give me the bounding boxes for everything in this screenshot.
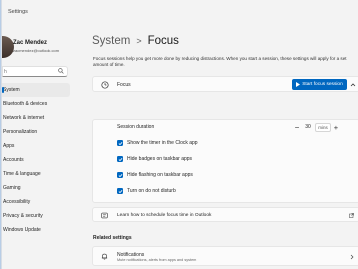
checkbox[interactable] [117,140,123,146]
check-icon [118,157,122,161]
sidebar-item-label: Personalization [3,129,38,135]
search-input[interactable] [3,67,59,76]
breadcrumb-separator: > [136,36,142,46]
sidebar-item-accessibility[interactable]: Accessibility [2,195,72,209]
option-hide-flashing[interactable]: Hide flashing on taskbar apps [117,168,193,182]
duration-unit: mins [315,122,331,132]
option-hide-badges[interactable]: Hide badges on taskbar apps [117,152,192,166]
checkbox[interactable] [117,172,123,178]
related-settings-heading: Related settings [93,235,132,241]
session-duration-label: Session duration [117,124,155,130]
search-box[interactable] [2,66,68,77]
checkbox[interactable] [117,156,123,162]
title-bar: Settings [8,6,28,18]
checkbox[interactable] [117,188,123,194]
page-title: Focus [147,35,179,47]
sidebar-item-label: Bluetooth & devices [3,101,48,107]
page-description: Focus sessions help you get more done by… [93,56,347,68]
sidebar-item-apps[interactable]: Apps [2,139,72,153]
notifications-description: Mute notifications, alerts from apps and… [117,258,197,262]
notifications-link[interactable]: Notifications Mute notifications, alerts… [92,246,358,266]
sidebar-item-bluetooth[interactable]: Bluetooth & devices [2,97,72,111]
main-content: System > Focus Focus sessions help you g… [78,22,358,269]
sidebar-item-label: Privacy & security [3,213,43,219]
option-label: Hide badges on taskbar apps [127,156,193,162]
play-icon [296,82,301,87]
clock-icon [101,81,109,89]
sidebar-item-label: Apps [3,143,15,149]
start-focus-session-button[interactable]: Start focus session [292,79,347,90]
sidebar-item-label: Accounts [3,157,24,163]
window-title: Settings [8,9,28,15]
focus-card[interactable]: Focus Start focus session [92,76,358,92]
sidebar-nav: System Bluetooth & devices Network & int… [2,83,72,237]
start-focus-session-label: Start focus session [302,82,343,87]
sidebar-item-time-language[interactable]: Time & language [2,167,72,181]
sidebar-item-network[interactable]: Network & internet [2,111,72,125]
profile-email: zacmendez@outlook.com [13,48,60,53]
sidebar-item-system[interactable]: System [2,83,70,97]
settings-window: Settings Zac Mendez zacmendez@outlook.co… [2,0,358,269]
duration-value: 30 [305,124,311,130]
sidebar: Zac Mendez zacmendez@outlook.com System … [2,22,72,269]
user-profile[interactable]: Zac Mendez zacmendez@outlook.com [2,36,72,60]
check-icon [118,173,122,177]
sidebar-item-label: Gaming [3,185,21,191]
check-icon [118,189,122,193]
option-label: Turn on do not disturb [127,188,176,194]
sidebar-item-label: Time & language [3,171,41,177]
sidebar-item-personalization[interactable]: Personalization [2,125,72,139]
help-icon [101,212,108,219]
search-icon[interactable] [58,68,64,74]
sidebar-item-label: System [3,87,20,93]
session-duration-row: Session duration [117,120,154,134]
option-label: Hide flashing on taskbar apps [127,172,193,178]
decrease-duration-button[interactable]: − [293,123,301,132]
sidebar-item-privacy[interactable]: Privacy & security [2,209,72,223]
learn-outlook-label: Learn how to schedule focus time in Outl… [117,213,212,218]
chevron-right-icon [350,254,354,260]
option-label: Show the timer in the Clock app [127,140,198,146]
duration-stepper[interactable]: − 30 mins + [293,122,351,132]
chevron-up-icon[interactable] [350,82,356,88]
profile-name: Zac Mendez [13,40,48,46]
bell-icon [101,253,108,260]
breadcrumb: System > Focus [92,35,179,47]
external-link-icon [349,213,354,218]
sidebar-item-label: Accessibility [3,199,31,205]
learn-outlook-card[interactable]: Learn how to schedule focus time in Outl… [92,207,358,222]
sidebar-item-label: Network & internet [3,115,45,121]
sidebar-item-gaming[interactable]: Gaming [2,181,72,195]
option-show-timer[interactable]: Show the timer in the Clock app [117,136,198,150]
breadcrumb-parent[interactable]: System [92,35,130,47]
sidebar-item-label: Windows Update [3,227,41,233]
focus-options-panel: Session duration − 30 mins + Show the ti… [92,119,358,203]
check-icon [118,141,122,145]
option-do-not-disturb[interactable]: Turn on do not disturb [117,184,176,198]
sidebar-item-accounts[interactable]: Accounts [2,153,72,167]
focus-label: Focus [117,82,131,88]
sidebar-item-windows-update[interactable]: Windows Update [2,223,72,237]
increase-duration-button[interactable]: + [331,123,341,132]
